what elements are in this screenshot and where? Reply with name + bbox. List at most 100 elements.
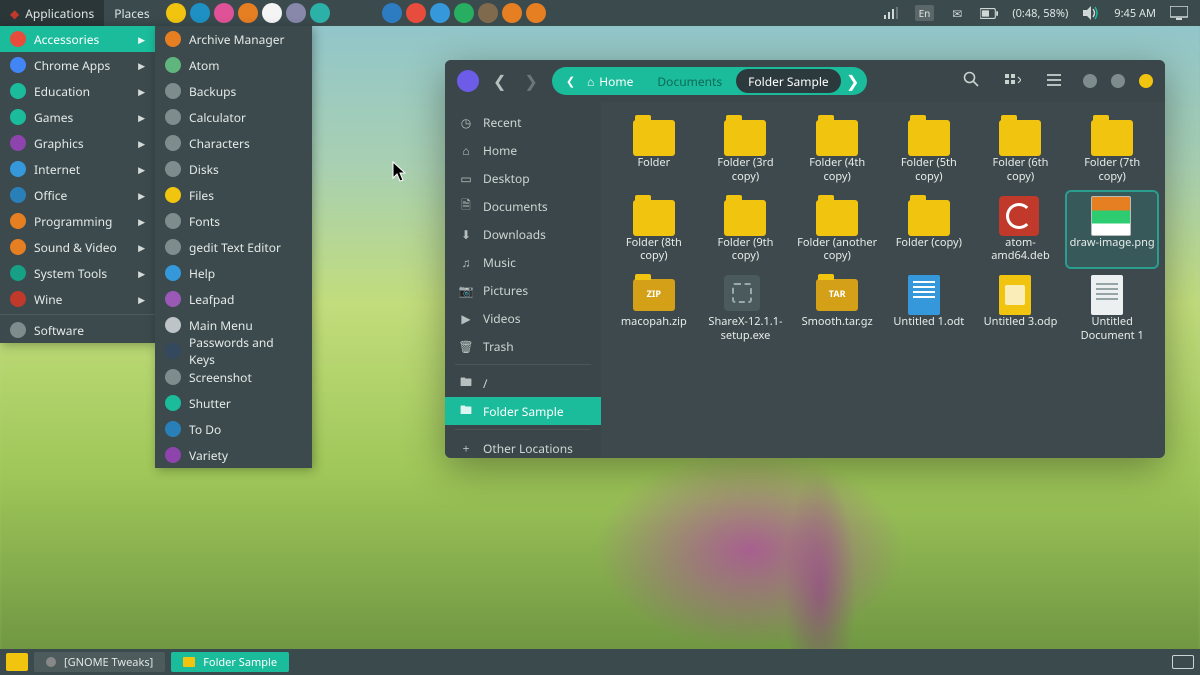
taskbar-item-folder-sample[interactable]: Folder Sample — [171, 652, 289, 672]
network-icon[interactable] — [883, 6, 901, 20]
file-item[interactable]: Untitled Document 1 — [1067, 271, 1157, 347]
file-item[interactable]: Folder (copy) — [884, 192, 974, 268]
path-prev-chevron[interactable]: ❮ — [566, 74, 575, 89]
launcher-files[interactable] — [166, 3, 186, 23]
submenu-item-leafpad[interactable]: Leafpad — [155, 286, 312, 312]
menu-item-education[interactable]: Education ▶ — [0, 78, 155, 104]
submenu-item-gedit-text-editor[interactable]: gedit Text Editor — [155, 234, 312, 260]
file-item[interactable]: Folder (6th copy) — [976, 112, 1066, 188]
submenu-item-disks[interactable]: Disks — [155, 156, 312, 182]
file-item[interactable]: TAR Smooth.tar.gz — [792, 271, 882, 347]
sidebar-item-trash[interactable]: 🗑Trash — [445, 332, 601, 360]
launcher-chrome[interactable] — [262, 3, 282, 23]
submenu-item-fonts[interactable]: Fonts — [155, 208, 312, 234]
launcher-terminal[interactable] — [358, 3, 378, 23]
sidebar-item-desktop[interactable]: ▭Desktop — [445, 164, 601, 192]
taskbar-item-gnome-tweaks[interactable]: [GNOME Tweaks] — [34, 652, 165, 672]
launcher-calc[interactable] — [454, 3, 474, 23]
launcher-browser2[interactable] — [238, 3, 258, 23]
launcher-gimp[interactable] — [478, 3, 498, 23]
file-item[interactable]: ZIP macopah.zip — [609, 271, 699, 347]
submenu-item-backups[interactable]: Backups — [155, 78, 312, 104]
launcher-firefox[interactable] — [190, 3, 210, 23]
submenu-item-variety[interactable]: Variety — [155, 442, 312, 468]
keyboard-layout-indicator[interactable]: En — [915, 5, 935, 21]
sidebar-item-home[interactable]: ⌂Home — [445, 136, 601, 164]
menu-item-system-tools[interactable]: System Tools ▶ — [0, 260, 155, 286]
submenu-item-help[interactable]: Help — [155, 260, 312, 286]
menu-item-accessories[interactable]: Accessories ▶ — [0, 26, 155, 52]
submenu-item-calculator[interactable]: Calculator — [155, 104, 312, 130]
file-item[interactable]: Folder (3rd copy) — [701, 112, 791, 188]
file-item[interactable]: Folder (4th copy) — [792, 112, 882, 188]
file-item[interactable]: Folder (8th copy) — [609, 192, 699, 268]
launcher-doc[interactable] — [430, 3, 450, 23]
file-item[interactable]: draw-image.png — [1067, 192, 1157, 268]
menu-item-games[interactable]: Games ▶ — [0, 104, 155, 130]
show-desktop-button[interactable] — [1172, 655, 1194, 669]
battery-icon[interactable] — [980, 6, 998, 20]
file-item[interactable]: Folder (another copy) — [792, 192, 882, 268]
view-grid-button[interactable] — [997, 72, 1029, 91]
file-item[interactable]: Folder — [609, 112, 699, 188]
sidebar-item-pictures[interactable]: 📷Pictures — [445, 276, 601, 304]
submenu-item-screenshot[interactable]: Screenshot — [155, 364, 312, 390]
path-documents[interactable]: Documents — [645, 67, 734, 95]
menu-item-office[interactable]: Office ▶ — [0, 182, 155, 208]
sidebar-item-music[interactable]: ♫Music — [445, 248, 601, 276]
clock[interactable]: 9:45 AM — [1114, 6, 1156, 21]
launcher-updater[interactable] — [286, 3, 306, 23]
places-menu-button[interactable]: Places — [104, 0, 159, 26]
menu-item-graphics[interactable]: Graphics ▶ — [0, 130, 155, 156]
close-button[interactable] — [1139, 74, 1153, 88]
launcher-search[interactable] — [334, 3, 354, 23]
sidebar-item--[interactable]: 🖿/ — [445, 369, 601, 397]
menu-item-chrome-apps[interactable]: Chrome Apps ▶ — [0, 52, 155, 78]
menu-item-software[interactable]: Software — [0, 317, 155, 343]
submenu-item-to-do[interactable]: To Do — [155, 416, 312, 442]
file-item[interactable]: ShareX-12.1.1-setup.exe — [701, 271, 791, 347]
menu-item-wine[interactable]: Wine ▶ — [0, 286, 155, 312]
menu-item-internet[interactable]: Internet ▶ — [0, 156, 155, 182]
sidebar-item-other-locations[interactable]: +Other Locations — [445, 434, 601, 458]
path-home[interactable]: ⌂ Home — [575, 67, 645, 95]
fm-content[interactable]: Folder Folder (3rd copy) Folder (4th cop… — [601, 102, 1165, 458]
file-item[interactable]: Folder (5th copy) — [884, 112, 974, 188]
minimize-button[interactable] — [1083, 74, 1097, 88]
back-button[interactable]: ❮ — [489, 70, 510, 92]
show-apps-button[interactable] — [6, 653, 28, 671]
volume-icon[interactable] — [1082, 6, 1100, 20]
menu-item-sound-video[interactable]: Sound & Video ▶ — [0, 234, 155, 260]
submenu-item-archive-manager[interactable]: Archive Manager — [155, 26, 312, 52]
file-item[interactable]: Untitled 1.odt — [884, 271, 974, 347]
file-item[interactable]: Folder (7th copy) — [1067, 112, 1157, 188]
sidebar-item-folder-sample[interactable]: 🖿Folder Sample — [445, 397, 601, 425]
launcher-workspaces[interactable] — [382, 3, 402, 23]
sidebar-item-downloads[interactable]: ⬇Downloads — [445, 220, 601, 248]
file-item[interactable]: atom-amd64.deb — [976, 192, 1066, 268]
forward-button[interactable]: ❯ — [520, 70, 541, 92]
monitor-icon[interactable] — [1170, 6, 1188, 20]
launcher-p[interactable] — [526, 3, 546, 23]
sidebar-item-videos[interactable]: ▶Videos — [445, 304, 601, 332]
submenu-item-characters[interactable]: Characters — [155, 130, 312, 156]
file-item[interactable]: Untitled 3.odp — [976, 271, 1066, 347]
hamburger-menu-button[interactable] — [1039, 72, 1069, 91]
launcher-notes[interactable] — [214, 3, 234, 23]
menu-item-programming[interactable]: Programming ▶ — [0, 208, 155, 234]
search-button[interactable] — [955, 71, 987, 92]
submenu-item-files[interactable]: Files — [155, 182, 312, 208]
submenu-item-shutter[interactable]: Shutter — [155, 390, 312, 416]
file-item[interactable]: Folder (9th copy) — [701, 192, 791, 268]
sidebar-item-documents[interactable]: 🗎Documents — [445, 192, 601, 220]
sidebar-item-recent[interactable]: ◷Recent — [445, 108, 601, 136]
launcher-settings[interactable] — [310, 3, 330, 23]
maximize-button[interactable] — [1111, 74, 1125, 88]
mail-icon[interactable]: ✉ — [948, 6, 966, 20]
submenu-item-atom[interactable]: Atom — [155, 52, 312, 78]
submenu-item-passwords-and-keys[interactable]: Passwords and Keys — [155, 338, 312, 364]
path-current[interactable]: Folder Sample — [736, 69, 841, 93]
launcher-writer[interactable] — [406, 3, 426, 23]
launcher-vlc[interactable] — [502, 3, 522, 23]
applications-menu-button[interactable]: ◆ Applications — [0, 0, 104, 26]
